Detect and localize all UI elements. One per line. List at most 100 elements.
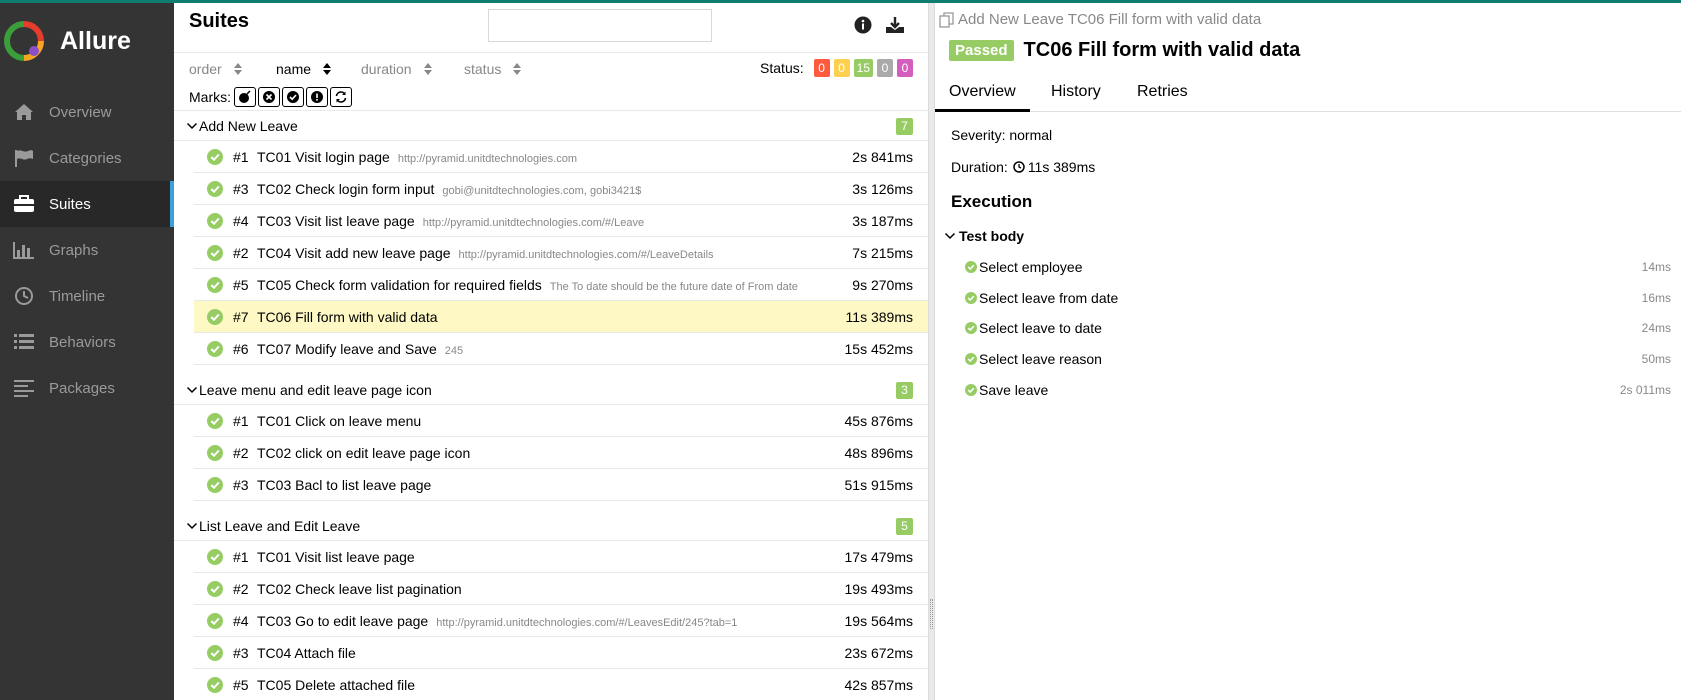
mark-flaky-toggle[interactable] xyxy=(234,87,256,107)
test-name: TC06 Fill form with valid data xyxy=(257,309,446,325)
sort-label: order xyxy=(189,61,222,77)
test-title: TC01 Visit login page xyxy=(257,149,390,165)
times-circle-icon xyxy=(263,91,275,103)
info-icon[interactable] xyxy=(852,14,874,36)
check-circle-icon xyxy=(965,384,977,396)
status-count-passed[interactable]: 15 xyxy=(853,59,873,77)
status-count-broken[interactable]: 0 xyxy=(833,59,850,77)
sort-name[interactable]: name xyxy=(276,61,332,77)
status-count-failed[interactable]: 0 xyxy=(813,59,830,77)
test-body-toggle[interactable]: Test body xyxy=(944,228,1024,244)
test-row[interactable]: #4 TC03 Go to edit leave page http://pyra… xyxy=(194,605,928,637)
test-row[interactable]: #2 TC02 Check leave list pagination 19s … xyxy=(194,573,928,605)
test-duration: 45s 876ms xyxy=(844,413,913,429)
check-circle-icon xyxy=(965,322,977,334)
check-circle-icon xyxy=(207,413,223,429)
check-circle-icon xyxy=(287,91,299,103)
tree-group-add-new-leave[interactable]: Add New Leave 7 xyxy=(174,111,928,141)
sort-label: name xyxy=(276,61,312,77)
test-name: TC01 Visit list leave page xyxy=(257,549,423,565)
tab-overview[interactable]: Overview xyxy=(935,75,1030,112)
step-name: Save leave xyxy=(979,382,1049,398)
marks-bar: Marks: xyxy=(174,85,928,111)
sort-arrows-icon xyxy=(513,63,522,75)
download-icon[interactable] xyxy=(884,14,906,36)
test-order: #3 xyxy=(233,645,249,661)
test-duration: 48s 896ms xyxy=(844,445,913,461)
detail-tabs: Overview History Retries xyxy=(935,75,1681,112)
tree-group-leave-menu[interactable]: Leave menu and edit leave page icon 3 xyxy=(174,375,928,405)
test-order: #1 xyxy=(233,149,249,165)
sort-arrows-icon xyxy=(233,63,242,75)
check-circle-icon xyxy=(207,213,223,229)
test-name: TC04 Visit add new leave page http://pyra… xyxy=(257,245,714,261)
test-row[interactable]: #1 TC01 Visit list leave page 17s 479ms xyxy=(194,541,928,573)
sidebar-item-graphs[interactable]: Graphs xyxy=(0,227,174,273)
test-row[interactable]: #1 TC01 Click on leave menu 45s 876ms xyxy=(194,405,928,437)
sort-status[interactable]: status xyxy=(464,61,522,77)
test-row[interactable]: #5 TC05 Delete attached file 42s 857ms xyxy=(194,669,928,700)
step-duration: 24ms xyxy=(1641,321,1671,335)
test-row[interactable]: #3 TC04 Attach file 23s 672ms xyxy=(194,637,928,669)
test-title: TC02 Check login form input xyxy=(257,181,435,197)
sort-label: status xyxy=(464,61,502,77)
pane-splitter[interactable] xyxy=(928,3,935,700)
status-count-unknown[interactable]: 0 xyxy=(897,59,913,77)
sort-duration[interactable]: duration xyxy=(361,61,432,77)
tab-retries[interactable]: Retries xyxy=(1123,75,1202,112)
breadcrumb[interactable]: Add New Leave TC06 Fill form with valid … xyxy=(939,11,1261,28)
sidebar-item-behaviors[interactable]: Behaviors xyxy=(0,319,174,365)
test-row[interactable]: #4 TC03 Visit list leave page http://pyra… xyxy=(194,205,928,237)
tab-history[interactable]: History xyxy=(1037,75,1115,112)
status-count-skipped[interactable]: 0 xyxy=(877,59,893,77)
test-parameter: gobi@unitdtechnologies.com, gobi3421$ xyxy=(442,185,642,197)
step-row[interactable]: Select leave reason 50ms xyxy=(965,351,1671,371)
sidebar-item-suites[interactable]: Suites xyxy=(0,181,174,227)
sort-arrows-icon xyxy=(323,63,332,75)
search-input[interactable] xyxy=(488,9,712,42)
test-row[interactable]: #2 TC02 click on edit leave page icon 48… xyxy=(194,437,928,469)
check-circle-icon xyxy=(207,445,223,461)
test-name: TC07 Modify leave and Save 245 xyxy=(257,341,463,357)
sidebar-item-overview[interactable]: Overview xyxy=(0,89,174,135)
test-name: TC03 Go to edit leave page http://pyramid… xyxy=(257,613,737,629)
test-row[interactable]: #1 TC01 Visit login page http://pyramid.u… xyxy=(194,141,928,173)
mark-new-passed-toggle[interactable] xyxy=(282,87,304,107)
sort-arrows-icon xyxy=(423,63,432,75)
check-circle-icon xyxy=(207,277,223,293)
clock-icon xyxy=(12,284,36,308)
sort-order[interactable]: order xyxy=(189,61,242,77)
test-row[interactable]: #3 TC03 Bacl to list leave page 51s 915m… xyxy=(194,469,928,501)
test-title: TC05 Check form validation for required … xyxy=(257,277,542,293)
splitter-grip-icon xyxy=(930,599,933,629)
sidebar-item-label: Timeline xyxy=(49,287,106,305)
step-row[interactable]: Save leave 2s 011ms xyxy=(965,382,1671,402)
brand-name: Allure xyxy=(60,26,131,55)
test-parameter: http://pyramid.unitdtechnologies.com/#/L… xyxy=(458,249,714,261)
sidebar-item-packages[interactable]: Packages xyxy=(0,365,174,411)
status-badge: Passed xyxy=(949,40,1014,61)
test-row[interactable]: #3 TC02 Check login form input gobi@unitd… xyxy=(194,173,928,205)
test-row[interactable]: #2 TC04 Visit add new leave page http://p… xyxy=(194,237,928,269)
test-order: #3 xyxy=(233,477,249,493)
test-row-selected[interactable]: #7 TC06 Fill form with valid data 11s 38… xyxy=(194,301,928,333)
brand[interactable]: Allure xyxy=(4,19,131,63)
step-row[interactable]: Select leave from date 16ms xyxy=(965,290,1671,310)
test-title: TC06 Fill form with valid data xyxy=(1023,39,1301,61)
test-title: TC05 Delete attached file xyxy=(257,677,415,693)
mark-new-broken-toggle[interactable] xyxy=(306,87,328,107)
tree-group-list-leave[interactable]: List Leave and Edit Leave 5 xyxy=(174,511,928,541)
test-title: TC07 Modify leave and Save xyxy=(257,341,437,357)
group-passed-count: 3 xyxy=(896,382,913,399)
mark-retries-toggle[interactable] xyxy=(330,87,352,107)
sidebar-item-timeline[interactable]: Timeline xyxy=(0,273,174,319)
mark-new-failed-toggle[interactable] xyxy=(258,87,280,107)
check-circle-icon xyxy=(965,292,977,304)
group-name: Leave menu and edit leave page icon xyxy=(199,382,432,398)
sidebar-item-categories[interactable]: Categories xyxy=(0,135,174,181)
test-row[interactable]: #6 TC07 Modify leave and Save 245 15s 452… xyxy=(194,333,928,365)
check-circle-icon xyxy=(207,309,223,325)
test-row[interactable]: #5 TC05 Check form validation for requir… xyxy=(194,269,928,301)
step-row[interactable]: Select employee 14ms xyxy=(965,259,1671,279)
step-row[interactable]: Select leave to date 24ms xyxy=(965,320,1671,340)
